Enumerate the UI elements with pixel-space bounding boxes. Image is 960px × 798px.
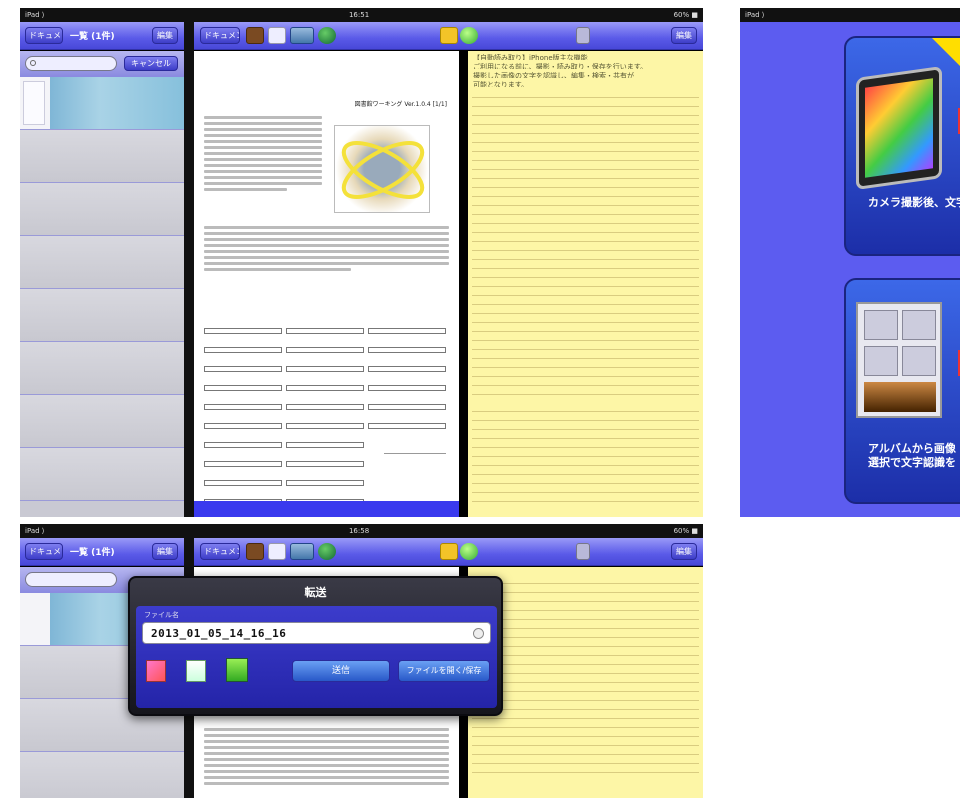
- dialog-form: ファイル名 2013_01_05_14_16_16 送信 ファイルを開く/保存: [136, 606, 497, 708]
- list-title: 一覧 (1件): [70, 32, 115, 42]
- carrier-label: iPad ⟩: [25, 527, 45, 535]
- ocr-text-panel[interactable]: 【自動読み取り】iPhone版主な機能 ご利用になる前に、撮影・読み取り・保存を…: [468, 51, 703, 517]
- ocr-text-panel[interactable]: [468, 567, 703, 798]
- list-toolbar: ドキュメント 一覧 (1件) 編集: [20, 22, 184, 50]
- list-item[interactable]: [20, 342, 184, 395]
- split-divider: [184, 22, 194, 517]
- list-item[interactable]: [20, 130, 184, 183]
- carrier-label: iPad ⟩: [25, 11, 45, 19]
- document-heading: 図書館ワーキング Ver.1.0.4 [1/1]: [354, 101, 447, 108]
- list-item[interactable]: [20, 752, 184, 798]
- list-toolbar: ドキュメント 一覧 (1件) 編集: [20, 538, 184, 566]
- folder-icon[interactable]: [440, 27, 458, 44]
- album-card[interactable]: アルバムから画像選択で文字認識を行う: [844, 278, 960, 504]
- search-cancel-button[interactable]: キャンセル: [124, 56, 178, 71]
- documents-back-button[interactable]: ドキュメント: [200, 543, 240, 560]
- share-icon[interactable]: [290, 27, 314, 44]
- notes-export-icon[interactable]: [186, 660, 206, 682]
- edit-detail-button[interactable]: 編集: [671, 543, 697, 560]
- edit-button[interactable]: 編集: [152, 543, 178, 560]
- status-bar: iPad ⟩ 16:51 60% ■: [20, 8, 703, 22]
- next-icon[interactable]: [460, 27, 478, 44]
- document-preview: 図書館ワーキング Ver.1.0.4 [1/1]: [194, 51, 459, 517]
- notebook-icon[interactable]: [246, 27, 264, 44]
- copy-icon[interactable]: [268, 543, 286, 560]
- edit-button[interactable]: 編集: [152, 27, 178, 44]
- detail-toolbar: ドキュメント 編集: [194, 22, 703, 50]
- detail-toolbar: ドキュメント 編集: [194, 538, 703, 566]
- filename-value: 2013_01_05_14_16_16: [151, 627, 287, 640]
- open-save-button[interactable]: ファイルを開く/保存: [398, 660, 490, 682]
- list-item[interactable]: [20, 183, 184, 236]
- search-icon: [30, 60, 36, 66]
- notebook-icon[interactable]: [246, 543, 264, 560]
- transfer-dialog: 転送 ファイル名 2013_01_05_14_16_16 送信 ファイルを開く/…: [128, 576, 503, 716]
- clear-icon[interactable]: [473, 628, 484, 639]
- filename-label: ファイル名: [144, 611, 179, 619]
- search-input[interactable]: [25, 572, 117, 587]
- settings-icon[interactable]: [576, 27, 590, 44]
- album-card-text: アルバムから画像選択で文字認識を行う: [868, 442, 956, 469]
- right-screenshot: iPad ⟩ カメラ撮影後、文字認識を行う アルバムから画像選択で文字認識を行う: [740, 8, 960, 517]
- evernote-export-icon[interactable]: [226, 658, 248, 682]
- list-item[interactable]: [20, 236, 184, 289]
- memo-line: ご利用になる前に、撮影・読み取り・保存を行います。: [473, 63, 648, 69]
- document-table: [204, 319, 449, 517]
- list-item[interactable]: [20, 395, 184, 448]
- filename-field[interactable]: 2013_01_05_14_16_16: [142, 622, 491, 644]
- camera-card-text: カメラ撮影後、文字認識を行う: [868, 196, 960, 209]
- status-bar: iPad ⟩: [740, 8, 960, 22]
- memo-ruled-lines: [468, 87, 703, 502]
- photo-grid-icon: [856, 302, 942, 418]
- search-input[interactable]: [25, 56, 117, 71]
- document-bottom-bar: [194, 501, 459, 517]
- document-body-text: [204, 223, 449, 274]
- folder-icon[interactable]: [440, 543, 458, 560]
- documents-button[interactable]: ドキュメント: [25, 27, 63, 44]
- battery-label: 60% ■: [673, 11, 698, 19]
- list-item[interactable]: [20, 77, 184, 130]
- search-bar: キャンセル: [20, 51, 184, 77]
- camera-card[interactable]: カメラ撮影後、文字認識を行う: [844, 36, 960, 256]
- globe-icon[interactable]: [318, 27, 336, 44]
- status-bar: iPad ⟩ 16:58 60% ■: [20, 524, 703, 538]
- thumbnail-icon: [23, 81, 45, 125]
- memo-line: 可能となります。: [473, 81, 529, 87]
- battery-label: 60% ■: [673, 527, 698, 535]
- bottom-screenshot: iPad ⟩ 16:58 60% ■ ドキュメント 一覧 (1件) 編集 ドキュ…: [20, 524, 703, 798]
- carrier-label: iPad ⟩: [745, 11, 765, 19]
- memo-line: 撮影した画像の文字を認識し、編集・検索・共有が: [473, 72, 634, 78]
- documents-button[interactable]: ドキュメント: [25, 543, 63, 560]
- tablet-camera-icon: [856, 65, 942, 191]
- copy-icon[interactable]: [268, 27, 286, 44]
- flash-rays-icon: [932, 38, 960, 78]
- split-divider: [459, 51, 468, 517]
- next-icon[interactable]: [460, 543, 478, 560]
- crossed-out-image-icon: [341, 141, 425, 199]
- document-footer-rule: [384, 453, 446, 454]
- document-text-block: [204, 113, 322, 194]
- send-button[interactable]: 送信: [292, 660, 390, 682]
- memo-line: 【自動読み取り】iPhone版主な機能: [473, 54, 588, 60]
- documents-back-button[interactable]: ドキュメント: [200, 27, 240, 44]
- settings-icon[interactable]: [576, 543, 590, 560]
- globe-icon[interactable]: [318, 543, 336, 560]
- clock-label: 16:51: [348, 11, 370, 19]
- clock-label: 16:58: [348, 527, 370, 535]
- list-item[interactable]: [20, 289, 184, 342]
- top-screenshot: iPad ⟩ 16:51 60% ■ ドキュメント 一覧 (1件) 編集 キャン…: [20, 8, 703, 517]
- edit-detail-button[interactable]: 編集: [671, 27, 697, 44]
- share-icon[interactable]: [290, 543, 314, 560]
- document-list: [20, 77, 184, 517]
- pdf-export-icon[interactable]: [146, 660, 166, 682]
- document-illustration: [334, 125, 430, 213]
- list-item[interactable]: [20, 448, 184, 501]
- list-title: 一覧 (1件): [70, 548, 115, 558]
- dialog-title: 転送: [304, 586, 327, 599]
